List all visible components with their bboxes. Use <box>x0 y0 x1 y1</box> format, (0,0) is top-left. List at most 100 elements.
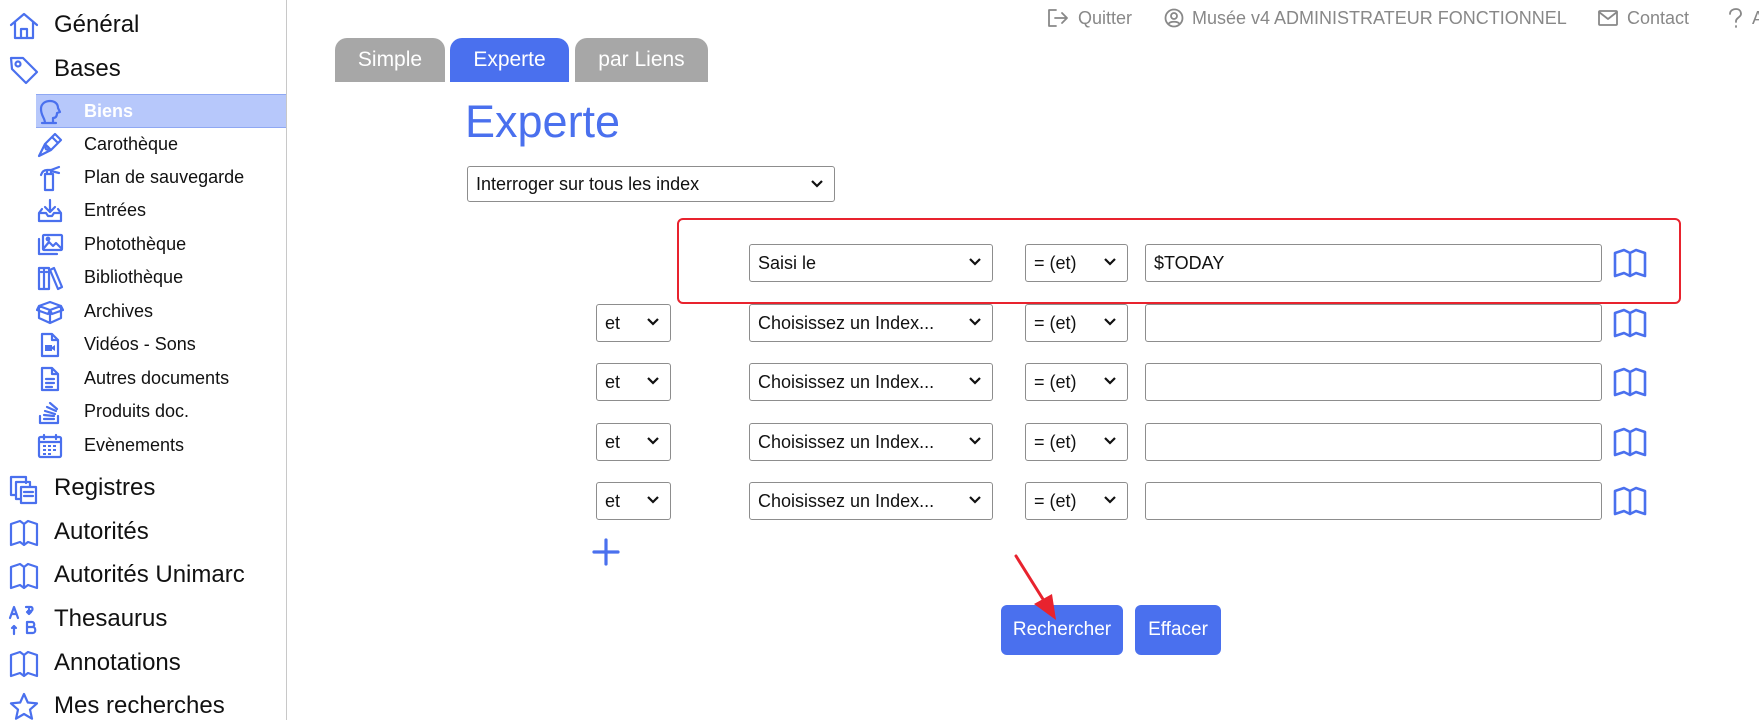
operator-select-value: = (et) <box>1034 252 1077 273</box>
contact-link[interactable]: Contact <box>1597 6 1689 30</box>
value-input-row-4[interactable] <box>1145 423 1602 461</box>
connector-select-value: et <box>605 371 621 392</box>
connector-select-value: et <box>605 312 621 333</box>
sidebar-item-annotations[interactable]: Annotations <box>0 643 286 683</box>
tab-simple[interactable]: Simple <box>335 38 445 82</box>
pen-nib-icon <box>36 131 64 159</box>
sidebar-item-videos-sons[interactable]: Vidéos - Sons <box>36 328 286 360</box>
tab-label: Simple <box>357 48 423 71</box>
chevron-down-icon <box>1104 258 1116 266</box>
bust-icon <box>36 98 64 126</box>
sidebar-item-label: Thesaurus <box>54 605 168 632</box>
fire-extinguisher-icon <box>36 164 64 192</box>
sidebar-item-plan-sauvegarde[interactable]: Plan de sauvegarde <box>36 161 286 193</box>
sidebar-item-label: Vidéos - Sons <box>84 333 196 354</box>
open-book-icon[interactable] <box>1613 308 1647 338</box>
sidebar-item-general[interactable]: Général <box>0 5 286 45</box>
chevron-down-icon <box>1104 377 1116 385</box>
open-book-icon <box>8 560 40 592</box>
sidebar-item-phototheque[interactable]: Photothèque <box>36 228 286 260</box>
chevron-down-icon <box>647 496 659 504</box>
chevron-down-icon <box>1104 496 1116 504</box>
sort-alpha-icon <box>8 604 40 636</box>
index-select-row-1[interactable]: Saisi le <box>749 244 993 282</box>
connector-select-row-3[interactable]: et <box>596 363 671 401</box>
chevron-down-icon <box>647 437 659 445</box>
tab-par-liens[interactable]: par Liens <box>575 38 708 82</box>
index-select-value: Choisissez un Index... <box>758 490 935 511</box>
chevron-down-icon <box>969 258 981 266</box>
open-book-icon[interactable] <box>1613 248 1647 278</box>
operator-select-row-4[interactable]: = (et) <box>1025 423 1128 461</box>
sidebar-item-label: Photothèque <box>84 233 187 254</box>
user-label: Musée v4 ADMINISTRATEUR FONCTIONNEL <box>1192 7 1567 28</box>
connector-select-row-2[interactable]: et <box>596 304 671 342</box>
index-select-row-5[interactable]: Choisissez un Index... <box>749 482 993 520</box>
box-icon <box>36 298 64 326</box>
open-book-icon[interactable] <box>1613 486 1647 516</box>
sidebar-item-autres-documents[interactable]: Autres documents <box>36 362 286 394</box>
sidebar-item-label: Registres <box>54 474 156 501</box>
sidebar-item-label: Evènements <box>84 434 185 455</box>
value-input-row-1[interactable] <box>1145 244 1602 282</box>
clear-button[interactable]: Effacer <box>1135 605 1221 655</box>
sidebar-item-evenements[interactable]: Evènements <box>36 429 286 461</box>
sidebar-item-biens[interactable]: Biens <box>36 94 286 128</box>
sidebar-item-mes-recherches[interactable]: Mes recherches <box>0 686 286 720</box>
sidebar-item-autorites[interactable]: Autorités <box>0 512 286 552</box>
question-icon <box>1729 8 1742 28</box>
sidebar-item-autorites-unimarc[interactable]: Autorités Unimarc <box>0 555 286 595</box>
index-scope-select[interactable]: Interroger sur tous les index <box>467 166 835 202</box>
operator-select-value: = (et) <box>1034 490 1077 511</box>
sidebar-item-bases[interactable]: Bases <box>0 49 286 89</box>
index-select-row-2[interactable]: Choisissez un Index... <box>749 304 993 342</box>
connector-select-row-5[interactable]: et <box>596 482 671 520</box>
connector-select-value: et <box>605 431 621 452</box>
user-circle-icon <box>1164 8 1184 28</box>
sidebar-item-label: Bases <box>54 55 121 82</box>
help-link[interactable]: A <box>1726 6 1759 30</box>
plus-icon[interactable] <box>590 536 622 568</box>
index-select-row-4[interactable]: Choisissez un Index... <box>749 423 993 461</box>
chevron-down-icon <box>969 437 981 445</box>
operator-select-value: = (et) <box>1034 312 1077 333</box>
chevron-down-icon <box>1104 318 1116 326</box>
value-input-row-5[interactable] <box>1145 482 1602 520</box>
connector-select-row-4[interactable]: et <box>596 423 671 461</box>
chevron-down-icon <box>969 318 981 326</box>
help-label: A <box>1752 7 1759 28</box>
operator-select-row-2[interactable]: = (et) <box>1025 304 1128 342</box>
quit-link[interactable]: Quitter <box>1046 6 1132 30</box>
sidebar-item-label: Autorités Unimarc <box>54 561 245 588</box>
sidebar-item-archives[interactable]: Archives <box>36 295 286 327</box>
open-book-icon[interactable] <box>1613 427 1647 457</box>
sidebar-item-carotheque[interactable]: Carothèque <box>36 128 286 160</box>
sidebar-item-produits-doc[interactable]: Produits doc. <box>36 395 286 427</box>
calendar-icon <box>36 432 64 460</box>
sidebar-item-label: Bibliothèque <box>84 266 184 287</box>
index-select-row-3[interactable]: Choisissez un Index... <box>749 363 993 401</box>
sidebar-item-thesaurus[interactable]: Thesaurus <box>0 599 286 639</box>
sidebar-item-bibliotheque[interactable]: Bibliothèque <box>36 261 286 293</box>
operator-select-row-3[interactable]: = (et) <box>1025 363 1128 401</box>
home-icon <box>8 10 40 42</box>
value-input-row-3[interactable] <box>1145 363 1602 401</box>
sidebar-item-label: Mes recherches <box>54 692 225 719</box>
chevron-down-icon <box>1104 437 1116 445</box>
operator-select-value: = (et) <box>1034 431 1077 452</box>
tab-experte[interactable]: Experte <box>450 38 569 82</box>
operator-select-row-1[interactable]: = (et) <box>1025 244 1128 282</box>
index-select-value: Choisissez un Index... <box>758 431 935 452</box>
chevron-down-icon <box>647 318 659 326</box>
quit-label: Quitter <box>1078 7 1133 28</box>
chevron-down-icon <box>647 377 659 385</box>
value-input-row-2[interactable] <box>1145 304 1602 342</box>
sidebar-item-label: Plan de sauvegarde <box>84 166 245 187</box>
sidebar-item-registres[interactable]: Registres <box>0 468 286 508</box>
open-book-icon[interactable] <box>1613 367 1647 397</box>
inbox-download-icon <box>36 197 64 225</box>
sidebar-item-entrees[interactable]: Entrées <box>36 194 286 226</box>
images-icon <box>36 231 64 259</box>
operator-select-row-5[interactable]: = (et) <box>1025 482 1128 520</box>
user-link[interactable]: Musée v4 ADMINISTRATEUR FONCTIONNEL <box>1164 6 1567 30</box>
